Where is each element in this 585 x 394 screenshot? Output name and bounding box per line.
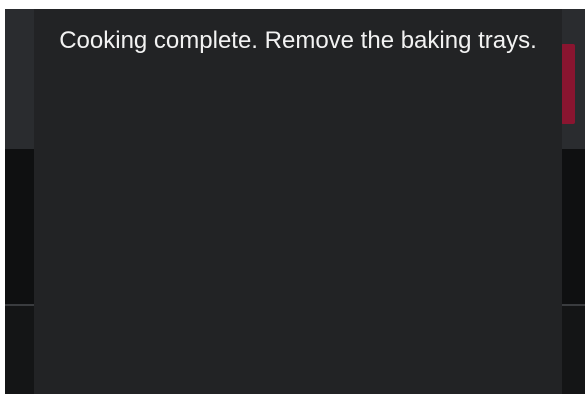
- accent-indicator: [561, 44, 575, 124]
- appliance-screen: Cooking complete. Remove the baking tray…: [5, 9, 585, 394]
- notification-overlay[interactable]: Cooking complete. Remove the baking tray…: [34, 9, 562, 394]
- notification-message: Cooking complete. Remove the baking tray…: [59, 27, 537, 54]
